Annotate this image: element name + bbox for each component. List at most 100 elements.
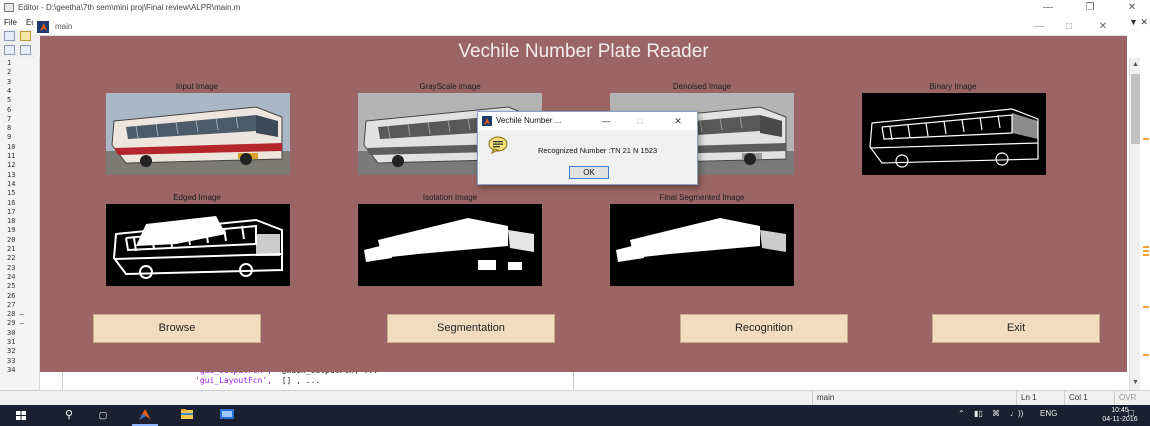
binary-image (862, 93, 1046, 175)
editor-status-bar: main Ln 1 Col 1 OVR (0, 390, 1150, 406)
line-number: 34 (7, 365, 16, 374)
recognized-number-message: Recognized Number :TN 21 N 1523 (538, 146, 658, 155)
notifications-icon[interactable]: □ (1128, 408, 1134, 419)
line-number: 29 — (7, 319, 24, 328)
line-number: 20 (7, 235, 16, 244)
line-number: 22 (7, 254, 16, 263)
line-number: 28 — (7, 310, 24, 319)
scroll-down-icon[interactable]: ▼ (1131, 378, 1140, 387)
line-number: 21 (7, 245, 16, 253)
search-icon[interactable]: ⚲ (58, 408, 80, 423)
panel-label-edged: Edged Image (173, 193, 221, 202)
cell-mode-icon[interactable] (4, 45, 15, 55)
line-number: 24 (7, 272, 16, 281)
figure-canvas: Vechile Number Plate Reader Input Image … (40, 36, 1127, 372)
line-number: 17 (7, 207, 16, 216)
line-number: 9 (7, 133, 12, 142)
warning-marker[interactable] (1143, 138, 1149, 140)
editor-title: Editor - D:\geetha\7th sem\mini proj\Fin… (18, 3, 241, 12)
panel-label-denoised: Denoised Image (672, 82, 732, 91)
editor-maximize-button[interactable]: ❐ (1075, 1, 1105, 15)
segmentation-button[interactable]: Segmentation (387, 314, 555, 343)
panel-label-isolation: Isolation Image (422, 193, 478, 202)
line-number: 18 (7, 217, 16, 226)
figure-window-title: main (55, 22, 73, 31)
ok-button[interactable]: OK (569, 166, 609, 179)
line-number: 5 (7, 96, 12, 105)
editor-minimize-button[interactable]: — (1033, 1, 1063, 15)
recognition-button[interactable]: Recognition (680, 314, 848, 343)
line-number: 6 (7, 105, 12, 114)
status-column: Col 1 (1064, 391, 1114, 406)
dialog-title-bar: Vechile Number ... — □ ✕ (478, 112, 697, 130)
cell-toolbar-icon[interactable] (20, 45, 31, 55)
panel-label-input: Input Image (175, 82, 219, 91)
status-line: Ln 1 (1016, 391, 1064, 406)
browse-button[interactable]: Browse (93, 314, 261, 343)
warning-marker[interactable] (1143, 306, 1149, 308)
status-overwrite: OVR (1114, 391, 1150, 406)
line-number: 14 (7, 179, 16, 188)
line-number: 32 (7, 347, 16, 356)
windows-start-icon[interactable] (10, 408, 32, 423)
dialog-maximize-button[interactable]: □ (630, 114, 650, 128)
scroll-thumb[interactable] (1131, 74, 1140, 144)
matlab-logo-icon (37, 21, 49, 33)
task-view-icon[interactable]: ▢ (92, 408, 114, 423)
line-number: 3 (7, 77, 12, 86)
panel-label-binary: Binary Image (929, 82, 977, 91)
open-folder-icon[interactable] (20, 31, 31, 41)
line-number: 16 (7, 198, 16, 207)
line-number: 8 (7, 124, 12, 133)
line-number: 19 (7, 226, 16, 235)
figure-close-button[interactable]: ✕ (1091, 20, 1115, 34)
segmented-image (610, 204, 794, 286)
battery-icon[interactable]: ▮▯ (974, 409, 983, 418)
panel-label-grayscale: GrayScale image (419, 82, 481, 91)
warning-marker[interactable] (1143, 354, 1149, 356)
status-file-name: main (812, 391, 1016, 406)
matlab-logo-icon (482, 116, 492, 126)
new-file-icon[interactable] (4, 31, 15, 41)
scroll-up-icon[interactable]: ▲ (1131, 60, 1140, 69)
editor-title-bar: Editor - D:\geetha\7th sem\mini proj\Fin… (0, 0, 1150, 16)
photos-app-icon[interactable] (216, 408, 238, 423)
panel-label-segmented: Final Segmented Image (659, 193, 745, 202)
dialog-minimize-button[interactable]: — (596, 114, 616, 128)
isolation-image (358, 204, 542, 286)
warning-marker[interactable] (1143, 254, 1149, 256)
warning-marker[interactable] (1143, 250, 1149, 252)
app-heading: Vechile Number Plate Reader (458, 41, 709, 62)
volume-icon[interactable]: ♩)) (1010, 409, 1023, 418)
line-number: 31 (7, 338, 16, 346)
editor-scrollbar[interactable]: ▲ ▼ (1129, 58, 1140, 390)
line-number: 15 (7, 189, 16, 198)
line-number-gutter: 1 2 3 4 5 6 7 8 9 10 11 12 13 14 15 16 17 18 19 20 21 22 23 24 2… (0, 57, 40, 390)
editor-app-icon (4, 3, 14, 12)
line-number: 11 (7, 152, 16, 160)
warning-marker[interactable] (1143, 246, 1149, 248)
tray-chevron-icon[interactable]: ⌃ (958, 409, 965, 418)
dialog-close-button[interactable]: ✕ (668, 114, 688, 128)
line-number: 26 (7, 291, 16, 300)
line-number: 13 (7, 170, 16, 179)
line-number: 4 (7, 86, 12, 95)
dialog-title: Vechile Number ... (496, 116, 562, 125)
file-explorer-icon[interactable] (176, 408, 198, 423)
line-number: 2 (7, 68, 12, 77)
line-number: 10 (7, 142, 16, 151)
figure-title-bar: main — □ ✕ (33, 18, 1127, 36)
menu-file[interactable]: File (4, 18, 17, 27)
pin-icon[interactable]: ▼ ✕ (1129, 17, 1148, 28)
wifi-icon[interactable]: ⌘ (992, 409, 1000, 418)
edged-image (106, 204, 290, 286)
editor-close-button[interactable]: ✕ (1117, 1, 1147, 15)
matlab-taskbar-icon[interactable] (134, 408, 156, 423)
language-indicator[interactable]: ENG (1040, 409, 1057, 418)
figure-maximize-button[interactable]: □ (1057, 20, 1081, 34)
exit-button[interactable]: Exit (932, 314, 1100, 343)
figure-minimize-button[interactable]: — (1027, 20, 1051, 34)
line-number: 25 (7, 282, 16, 291)
code-line: 'gui_LayoutFcn', [] , ... (195, 376, 321, 385)
line-number: 1 (7, 59, 12, 67)
